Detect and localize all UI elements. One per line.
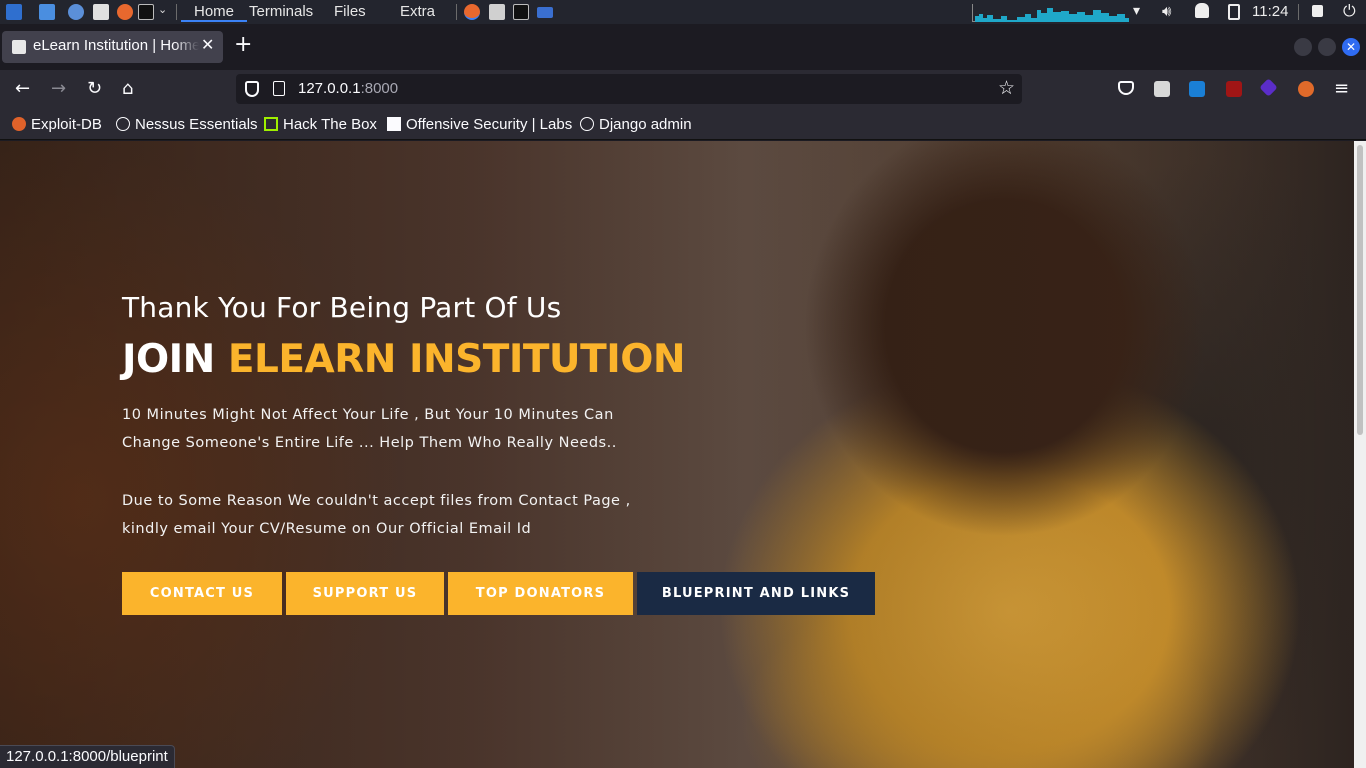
file-manager-icon[interactable] <box>39 4 55 20</box>
clock[interactable]: 11:24 <box>1252 3 1288 20</box>
globe-icon <box>580 117 594 131</box>
taskbar-separator <box>176 4 177 20</box>
wifi-icon[interactable]: ▾ <box>1133 3 1140 19</box>
globe-icon <box>116 117 130 131</box>
hero-paragraph-2: Due to Some Reason We couldn't accept fi… <box>122 493 631 537</box>
url-bar[interactable]: 127.0.0.1:8000 ☆ <box>236 74 1022 104</box>
browser-navbar: ← → ↻ ⌂ 127.0.0.1:8000 ☆ ≡ <box>0 70 1366 108</box>
battery-icon[interactable] <box>1228 4 1240 20</box>
reload-icon[interactable]: ↻ <box>87 79 102 99</box>
bookmark-offensive-security[interactable]: Offensive Security | Labs <box>387 116 572 133</box>
hero-section: Thank You For Being Part Of Us JOIN ELEA… <box>122 141 882 768</box>
bookmark-label: Hack The Box <box>283 116 377 133</box>
hero-tagline: Thank You For Being Part Of Us <box>122 291 562 324</box>
bookmark-label: Django admin <box>599 116 692 133</box>
scrollbar-thumb[interactable] <box>1357 145 1363 435</box>
tab-close-icon[interactable]: ✕ <box>201 35 214 54</box>
firefox-window-icon[interactable] <box>464 4 480 20</box>
url-port: :8000 <box>360 80 399 97</box>
page-scrollbar[interactable] <box>1354 141 1366 768</box>
browser-tab-strip: eLearn Institution | Home ✕ + ✕ <box>0 24 1366 70</box>
top-donators-button[interactable]: TOP DONATORS <box>448 572 633 615</box>
terminal-window-icon[interactable] <box>513 4 529 20</box>
extension-icon[interactable] <box>1154 81 1170 97</box>
editor-window-icon[interactable] <box>489 4 505 20</box>
back-icon[interactable]: ← <box>15 79 30 99</box>
forward-icon[interactable]: → <box>51 79 66 99</box>
bookmark-label: Nessus Essentials <box>135 116 258 133</box>
chevron-down-icon[interactable]: ⌄ <box>158 3 167 16</box>
lock-icon[interactable] <box>1312 5 1323 17</box>
bookmark-nessus[interactable]: Nessus Essentials <box>116 116 258 133</box>
hero-paragraph-1: 10 Minutes Might Not Affect Your Life , … <box>122 407 617 451</box>
volume-icon[interactable]: 🔊︎ <box>1162 2 1171 20</box>
bookmark-exploit-db[interactable]: Exploit-DB <box>12 116 102 133</box>
page-favicon-icon <box>12 40 26 54</box>
support-us-button[interactable]: SUPPORT US <box>286 572 444 615</box>
bookmark-label: Exploit-DB <box>31 116 102 133</box>
workspace-files[interactable]: Files <box>334 3 366 22</box>
pocket-icon[interactable] <box>1118 81 1134 95</box>
contact-us-button[interactable]: CONTACT US <box>122 572 282 615</box>
workspace-extra[interactable]: Extra <box>400 3 435 22</box>
hack-the-box-icon <box>264 117 278 131</box>
page-icon[interactable] <box>273 81 285 96</box>
new-tab-button[interactable]: + <box>234 34 252 56</box>
shield-icon[interactable] <box>245 81 259 97</box>
page-viewport: Thank You For Being Part Of Us JOIN ELEA… <box>0 141 1354 768</box>
exploit-db-icon <box>12 117 26 131</box>
os-taskbar: ⌄ Home Terminals Files Extra ▾ 🔊︎ 11:24 … <box>0 0 1366 24</box>
workspace-home[interactable]: Home <box>181 3 247 22</box>
text-editor-icon[interactable] <box>93 4 109 20</box>
hero-headline: JOIN ELEARN INSTITUTION <box>122 337 686 382</box>
bookmark-hack-the-box[interactable]: Hack The Box <box>264 116 377 133</box>
link-status-bar: 127.0.0.1:8000/blueprint <box>0 745 175 768</box>
extension-s-icon[interactable] <box>1189 81 1205 97</box>
blueprint-and-links-button[interactable]: BLUEPRINT AND LINKS <box>637 572 875 615</box>
extension-fox-icon[interactable] <box>1298 81 1314 97</box>
headline-prefix: JOIN <box>122 337 228 382</box>
bookmark-star-icon[interactable]: ☆ <box>998 77 1015 99</box>
power-icon[interactable]: ⏻ <box>1343 1 1356 21</box>
chromium-icon[interactable] <box>68 4 84 20</box>
url-host: 127.0.0.1 <box>298 80 361 97</box>
menu-icon[interactable]: ≡ <box>1334 79 1349 99</box>
bookmark-django-admin[interactable]: Django admin <box>580 116 692 133</box>
terminal-icon[interactable] <box>138 4 154 20</box>
url-text[interactable]: 127.0.0.1:8000 <box>298 80 398 97</box>
taskbar-separator <box>456 4 457 20</box>
minimize-button[interactable] <box>1294 38 1312 56</box>
tab-title: eLearn Institution | Home <box>33 37 199 54</box>
firefox-icon[interactable] <box>117 4 133 20</box>
bookmark-label: Offensive Security | Labs <box>406 116 573 133</box>
bookmarks-bar: Exploit-DB Nessus Essentials Hack The Bo… <box>0 108 1366 140</box>
workspace-terminals[interactable]: Terminals <box>249 3 313 22</box>
cpu-usage-graph <box>972 4 1129 22</box>
cpu-graph-bars <box>975 8 1129 22</box>
maximize-button[interactable] <box>1318 38 1336 56</box>
taskbar-separator <box>1298 4 1299 20</box>
notification-bell-icon[interactable] <box>1195 3 1209 18</box>
extension-diamond-icon[interactable] <box>1259 78 1278 97</box>
window-close-button[interactable]: ✕ <box>1342 38 1360 56</box>
kali-menu-icon[interactable] <box>6 4 22 20</box>
headline-accent: ELEARN INSTITUTION <box>227 337 686 382</box>
ublock-icon[interactable] <box>1226 81 1242 97</box>
browser-tab-active[interactable]: eLearn Institution | Home ✕ <box>2 31 223 63</box>
folder-window-icon[interactable] <box>537 7 553 18</box>
home-icon[interactable]: ⌂ <box>122 79 133 99</box>
offsec-icon <box>387 117 401 131</box>
